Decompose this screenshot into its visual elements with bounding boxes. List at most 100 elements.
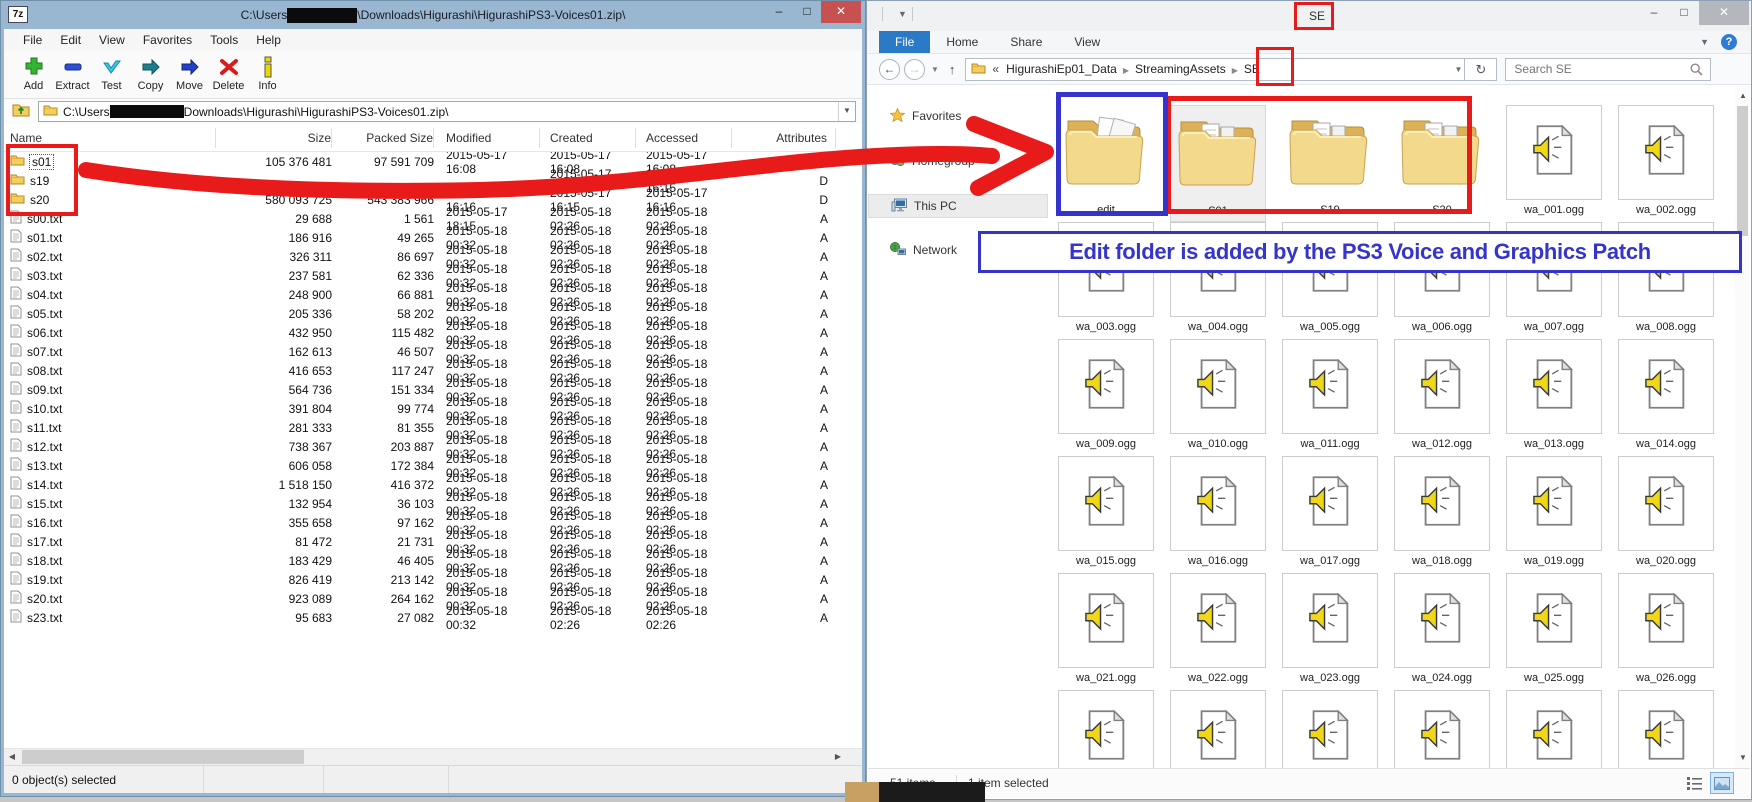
toolbar-move-button[interactable]: Move	[170, 51, 209, 98]
menu-item-tools[interactable]: Tools	[201, 33, 247, 47]
text-icon	[10, 210, 22, 227]
grid-item-clipped[interactable]	[1282, 690, 1378, 768]
toolbar-delete-button[interactable]: Delete	[209, 51, 248, 98]
refresh-button[interactable]: ↻	[1465, 58, 1497, 81]
sidebar-item-this-pc[interactable]: This PC	[868, 194, 1048, 218]
breadcrumb-HigurashiEp01_Data[interactable]: HigurashiEp01_Data	[1002, 62, 1121, 76]
grid-item-wa_001.ogg[interactable]: wa_001.ogg	[1506, 105, 1602, 222]
grid-item-wa_013.ogg[interactable]: wa_013.ogg	[1506, 339, 1602, 456]
column-header-modified[interactable]: Modified	[434, 128, 540, 148]
sidebar-item-favorites[interactable]: Favorites	[868, 104, 1048, 128]
close-button[interactable]: ✕	[1699, 1, 1749, 25]
recent-locations-icon[interactable]: ▼	[931, 65, 939, 74]
grid-item-clipped[interactable]	[1506, 690, 1602, 768]
grid-item-clipped[interactable]	[1170, 690, 1266, 768]
column-header-attributes[interactable]: Attributes	[732, 128, 836, 148]
grid-item-wa_014.ogg[interactable]: wa_014.ogg	[1618, 339, 1714, 456]
sidebar-item-homegroup[interactable]: Homegroup	[868, 149, 1048, 173]
column-header-name[interactable]: Name	[4, 128, 216, 148]
grid-item-edit[interactable]: edit	[1058, 105, 1154, 222]
column-header-size[interactable]: Size	[216, 128, 332, 148]
maximize-button[interactable]: □	[793, 1, 821, 23]
grid-item-wa_007.ogg[interactable]: wa_007.ogg	[1506, 222, 1602, 339]
file-row-s23.txt[interactable]: s23.txt95 68327 0822015-05-18 00:322015-…	[4, 608, 844, 627]
toolbar-extract-button[interactable]: Extract	[53, 51, 92, 98]
grid-item-S20[interactable]: S20	[1394, 105, 1490, 222]
toolbar-add-button[interactable]: Add	[14, 51, 53, 98]
minimize-ribbon-icon[interactable]: ▼	[1700, 37, 1709, 47]
grid-item-wa_009.ogg[interactable]: wa_009.ogg	[1058, 339, 1154, 456]
breadcrumb-overflow[interactable]: «	[989, 62, 1002, 76]
up-button[interactable]: ↑	[949, 62, 956, 77]
menu-item-edit[interactable]: Edit	[51, 33, 90, 47]
grid-item-clipped[interactable]	[1394, 690, 1490, 768]
grid-item-wa_022.ogg[interactable]: wa_022.ogg	[1170, 573, 1266, 690]
minimize-button[interactable]: –	[765, 1, 793, 23]
scroll-right-icon[interactable]: ▶	[830, 749, 846, 765]
ribbon-tab-view[interactable]: View	[1058, 31, 1116, 53]
grid-item-wa_005.ogg[interactable]: wa_005.ogg	[1282, 222, 1378, 339]
ribbon-tab-home[interactable]: Home	[930, 31, 994, 53]
scrollbar-thumb[interactable]	[22, 750, 304, 764]
grid-item-wa_019.ogg[interactable]: wa_019.ogg	[1506, 456, 1602, 573]
ribbon-tab-file[interactable]: File	[879, 31, 930, 53]
grid-item-wa_002.ogg[interactable]: wa_002.ogg	[1618, 105, 1714, 222]
thumbnail-view-icon[interactable]	[1710, 772, 1734, 794]
forward-button[interactable]: →	[904, 59, 925, 80]
grid-item-wa_017.ogg[interactable]: wa_017.ogg	[1282, 456, 1378, 573]
grid-item-wa_004.ogg[interactable]: wa_004.ogg	[1170, 222, 1266, 339]
grid-item-wa_023.ogg[interactable]: wa_023.ogg	[1282, 573, 1378, 690]
menu-item-help[interactable]: Help	[247, 33, 290, 47]
grid-item-wa_026.ogg[interactable]: wa_026.ogg	[1618, 573, 1714, 690]
breadcrumb-SE[interactable]: SE	[1240, 62, 1264, 76]
grid-item-S01[interactable]: S01	[1170, 105, 1266, 222]
explorer-vertical-scrollbar[interactable]: ▲ ▼	[1735, 86, 1750, 768]
column-header-accessed[interactable]: Accessed	[636, 128, 732, 148]
search-input[interactable]	[1506, 59, 1676, 79]
grid-item-clipped[interactable]	[1618, 690, 1714, 768]
back-button[interactable]: ←	[879, 59, 900, 80]
scroll-left-icon[interactable]: ◀	[4, 749, 20, 765]
7zip-address-input[interactable]: C:\UsersDownloads\Higurashi\HigurashiPS3…	[38, 101, 856, 122]
grid-item-wa_024.ogg[interactable]: wa_024.ogg	[1394, 573, 1490, 690]
menu-item-favorites[interactable]: Favorites	[134, 33, 201, 47]
menu-item-view[interactable]: View	[90, 33, 134, 47]
grid-item-wa_020.ogg[interactable]: wa_020.ogg	[1618, 456, 1714, 573]
grid-item-wa_015.ogg[interactable]: wa_015.ogg	[1058, 456, 1154, 573]
grid-item-wa_018.ogg[interactable]: wa_018.ogg	[1394, 456, 1490, 573]
grid-item-S19[interactable]: S19	[1282, 105, 1378, 222]
grid-item-wa_025.ogg[interactable]: wa_025.ogg	[1506, 573, 1602, 690]
menu-item-file[interactable]: File	[14, 33, 51, 47]
sidebar-item-network[interactable]: Network	[868, 238, 1048, 262]
7zip-horizontal-scrollbar[interactable]: ◀ ▶	[4, 748, 862, 765]
grid-item-wa_011.ogg[interactable]: wa_011.ogg	[1282, 339, 1378, 456]
address-dropdown-icon[interactable]: ▼	[838, 102, 855, 121]
grid-item-wa_016.ogg[interactable]: wa_016.ogg	[1170, 456, 1266, 573]
column-header-created[interactable]: Created	[540, 128, 636, 148]
grid-item-wa_006.ogg[interactable]: wa_006.ogg	[1394, 222, 1490, 339]
grid-item-wa_021.ogg[interactable]: wa_021.ogg	[1058, 573, 1154, 690]
toolbar-info-button[interactable]: Info	[248, 51, 287, 98]
details-view-icon[interactable]	[1682, 772, 1706, 794]
address-dropdown-icon[interactable]: ▼	[1455, 65, 1463, 74]
customize-toolbar-icon[interactable]: ▼	[898, 9, 907, 19]
close-button[interactable]: ✕	[821, 1, 861, 23]
grid-item-wa_012.ogg[interactable]: wa_012.ogg	[1394, 339, 1490, 456]
help-icon[interactable]: ?	[1721, 34, 1737, 50]
address-bar[interactable]: « HigurashiEp01_Data▶StreamingAssets▶SE …	[965, 58, 1465, 81]
ribbon-tab-share[interactable]: Share	[994, 31, 1058, 53]
breadcrumb-StreamingAssets[interactable]: StreamingAssets	[1131, 62, 1230, 76]
column-header-packed-size[interactable]: Packed Size	[332, 128, 434, 148]
grid-item-wa_008.ogg[interactable]: wa_008.ogg	[1618, 222, 1714, 339]
grid-item-wa_003.ogg[interactable]: wa_003.ogg	[1058, 222, 1154, 339]
scroll-up-icon[interactable]: ▲	[1735, 88, 1751, 104]
toolbar-test-button[interactable]: Test	[92, 51, 131, 98]
grid-item-clipped[interactable]	[1058, 690, 1154, 768]
maximize-button[interactable]: □	[1669, 1, 1699, 25]
scroll-down-icon[interactable]: ▼	[1735, 750, 1751, 766]
toolbar-copy-button[interactable]: Copy	[131, 51, 170, 98]
scrollbar-thumb[interactable]	[1737, 106, 1748, 236]
minimize-button[interactable]: –	[1639, 1, 1669, 25]
grid-item-wa_010.ogg[interactable]: wa_010.ogg	[1170, 339, 1266, 456]
folder-up-icon[interactable]	[12, 102, 30, 122]
